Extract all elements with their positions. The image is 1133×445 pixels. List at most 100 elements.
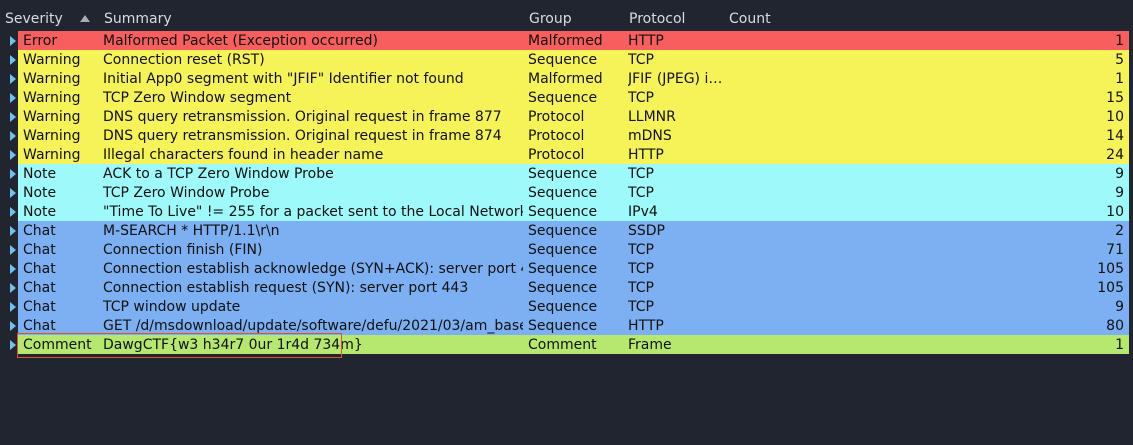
group-cell: Protocol (528, 147, 585, 163)
summary-cell: Connection establish request (SYN): serv… (103, 280, 469, 296)
summary-cell: TCP window update (103, 299, 241, 315)
expand-arrow-icon[interactable] (10, 302, 16, 312)
expand-arrow-icon[interactable] (10, 74, 16, 84)
column-header-severity[interactable]: Severity (5, 11, 63, 27)
table-row[interactable]: Warning Illegal characters found in heade… (0, 145, 1133, 164)
column-header-count[interactable]: Count (729, 11, 771, 27)
table-row[interactable]: Chat GET /d/msdownload/update/software/de… (0, 316, 1133, 335)
table-row[interactable]: Note ACK to a TCP Zero Window Probe Sequen… (0, 164, 1133, 183)
table-row[interactable]: Chat Connection establish acknowledge (SY… (0, 259, 1133, 278)
table-row[interactable]: Note "Time To Live" != 255 for a packet s… (0, 202, 1133, 221)
expand-arrow-icon[interactable] (10, 283, 16, 293)
table-row[interactable]: Warning DNS query retransmission. Origina… (0, 126, 1133, 145)
protocol-cell: IPv4 (628, 204, 658, 220)
count-cell: 1 (1115, 71, 1124, 87)
expand-arrow-icon[interactable] (10, 36, 16, 46)
table-row[interactable]: Warning DNS query retransmission. Origina… (0, 107, 1133, 126)
table-row[interactable]: Chat Connection finish (FIN) Sequence TCP 71 (0, 240, 1133, 259)
count-cell: 10 (1106, 109, 1124, 125)
group-cell: Sequence (528, 166, 598, 182)
expand-arrow-icon[interactable] (10, 93, 16, 103)
table-row[interactable]: Comment DawgCTF{w3 h34r7 0ur 1r4d 734m} Co… (0, 335, 1133, 354)
severity-cell: Warning (23, 147, 81, 163)
table-row[interactable]: Chat M-SEARCH * HTTP/1.1\r\n Sequence SSDP 2 (0, 221, 1133, 240)
severity-cell: Chat (23, 223, 56, 239)
count-cell: 71 (1106, 242, 1124, 258)
expand-arrow-icon[interactable] (10, 340, 16, 350)
table-row[interactable]: Error Malformed Packet (Exception occurre… (0, 31, 1133, 50)
protocol-cell: TCP (628, 242, 654, 258)
count-cell: 9 (1115, 166, 1124, 182)
severity-cell: Warning (23, 109, 81, 125)
summary-cell: "Time To Live" != 255 for a packet sent … (103, 204, 523, 220)
expand-arrow-icon[interactable] (10, 188, 16, 198)
severity-cell: Chat (23, 318, 56, 334)
protocol-cell: TCP (628, 166, 654, 182)
group-cell: Malformed (528, 71, 603, 87)
group-cell: Sequence (528, 261, 598, 277)
severity-cell: Warning (23, 90, 81, 106)
severity-cell: Comment (23, 337, 92, 353)
severity-cell: Chat (23, 280, 56, 296)
count-cell: 1 (1115, 33, 1124, 49)
summary-cell: DawgCTF{w3 h34r7 0ur 1r4d 734m} (103, 337, 363, 353)
expand-arrow-icon[interactable] (10, 245, 16, 255)
expand-arrow-icon[interactable] (10, 264, 16, 274)
summary-cell: DNS query retransmission. Original reque… (103, 128, 502, 144)
expand-arrow-icon[interactable] (10, 150, 16, 160)
summary-cell: Illegal characters found in header name (103, 147, 384, 163)
table-row[interactable]: Warning Connection reset (RST) Sequence TCP… (0, 50, 1133, 69)
protocol-cell: TCP (628, 90, 654, 106)
sort-ascending-icon[interactable] (80, 15, 90, 22)
summary-cell: TCP Zero Window segment (103, 90, 292, 106)
summary-cell: ACK to a TCP Zero Window Probe (103, 166, 334, 182)
count-cell: 105 (1097, 280, 1124, 296)
column-header-protocol[interactable]: Protocol (629, 11, 685, 27)
severity-cell: Note (23, 185, 57, 201)
table-row[interactable]: Chat TCP window update Sequence TCP 9 (0, 297, 1133, 316)
expand-arrow-icon[interactable] (10, 226, 16, 236)
severity-cell: Chat (23, 299, 56, 315)
protocol-cell: TCP (628, 261, 654, 277)
table-row[interactable]: Note TCP Zero Window Probe Sequence TCP 9 (0, 183, 1133, 202)
expand-arrow-icon[interactable] (10, 112, 16, 122)
table-row[interactable]: Warning Initial App0 segment with "JFIF" … (0, 69, 1133, 88)
protocol-cell: TCP (628, 185, 654, 201)
summary-cell: Connection finish (FIN) (103, 242, 263, 258)
group-cell: Comment (528, 337, 597, 353)
summary-cell: Connection establish acknowledge (SYN+AC… (103, 261, 523, 277)
severity-cell: Chat (23, 242, 56, 258)
expand-arrow-icon[interactable] (10, 169, 16, 179)
group-cell: Sequence (528, 52, 598, 68)
severity-cell: Error (23, 33, 58, 49)
summary-cell: M-SEARCH * HTTP/1.1\r\n (103, 223, 280, 239)
column-header-group[interactable]: Group (529, 11, 572, 27)
summary-cell: GET /d/msdownload/update/software/defu/2… (103, 318, 523, 334)
expand-arrow-icon[interactable] (10, 131, 16, 141)
count-cell: 24 (1106, 147, 1124, 163)
table-row[interactable]: Warning TCP Zero Window segment Sequence TC… (0, 88, 1133, 107)
group-cell: Protocol (528, 109, 585, 125)
summary-cell: Initial App0 segment with "JFIF" Identif… (103, 71, 464, 87)
count-cell: 9 (1115, 299, 1124, 315)
summary-cell: TCP Zero Window Probe (103, 185, 270, 201)
expand-arrow-icon[interactable] (10, 321, 16, 331)
summary-cell: Connection reset (RST) (103, 52, 265, 68)
group-cell: Sequence (528, 318, 598, 334)
group-cell: Sequence (528, 223, 598, 239)
group-cell: Sequence (528, 299, 598, 315)
group-cell: Sequence (528, 280, 598, 296)
summary-cell: DNS query retransmission. Original reque… (103, 109, 502, 125)
group-cell: Sequence (528, 242, 598, 258)
protocol-cell: HTTP (628, 147, 664, 163)
group-cell: Sequence (528, 90, 598, 106)
expand-arrow-icon[interactable] (10, 207, 16, 217)
expand-arrow-icon[interactable] (10, 55, 16, 65)
severity-cell: Warning (23, 128, 81, 144)
protocol-cell: SSDP (628, 223, 665, 239)
table-row[interactable]: Chat Connection establish request (SYN): … (0, 278, 1133, 297)
count-cell: 2 (1115, 223, 1124, 239)
column-header-summary[interactable]: Summary (104, 11, 172, 27)
count-cell: 80 (1106, 318, 1124, 334)
protocol-cell: LLMNR (628, 109, 676, 125)
